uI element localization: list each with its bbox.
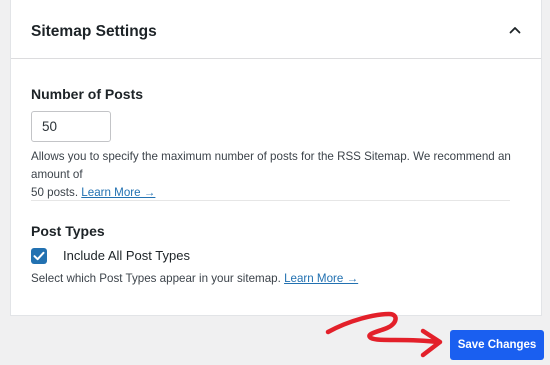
post-types-learn-more-link[interactable]: Learn More → — [284, 272, 358, 285]
number-of-posts-help-line-2: 50 posts. — [31, 186, 79, 199]
include-all-post-types-label[interactable]: Include All Post Types — [63, 248, 190, 264]
number-of-posts-input[interactable] — [31, 111, 111, 142]
include-all-post-types-checkbox[interactable] — [31, 248, 47, 264]
chevron-up-icon — [509, 27, 521, 34]
panel-title: Sitemap Settings — [31, 23, 157, 40]
post-types-help: Select which Post Types appear in your s… — [31, 270, 358, 288]
number-of-posts-heading: Number of Posts — [31, 86, 144, 102]
save-changes-button[interactable]: Save Changes — [450, 330, 544, 360]
arrow-icon — [325, 311, 443, 358]
post-types-help-text: Select which Post Types appear in your s… — [31, 272, 281, 285]
number-of-posts-help: Allows you to specify the maximum number… — [31, 148, 541, 202]
number-of-posts-learn-more-link[interactable]: Learn More → — [81, 186, 155, 199]
checkmark-icon — [33, 251, 45, 261]
sitemap-settings-panel: Sitemap Settings Number of Posts Allows … — [10, 0, 542, 316]
number-of-posts-help-line-1: Allows you to specify the maximum number… — [31, 150, 511, 181]
section-divider — [31, 200, 510, 201]
collapse-toggle[interactable] — [503, 18, 527, 42]
post-types-heading: Post Types — [31, 223, 105, 239]
panel-header[interactable]: Sitemap Settings — [11, 0, 541, 59]
